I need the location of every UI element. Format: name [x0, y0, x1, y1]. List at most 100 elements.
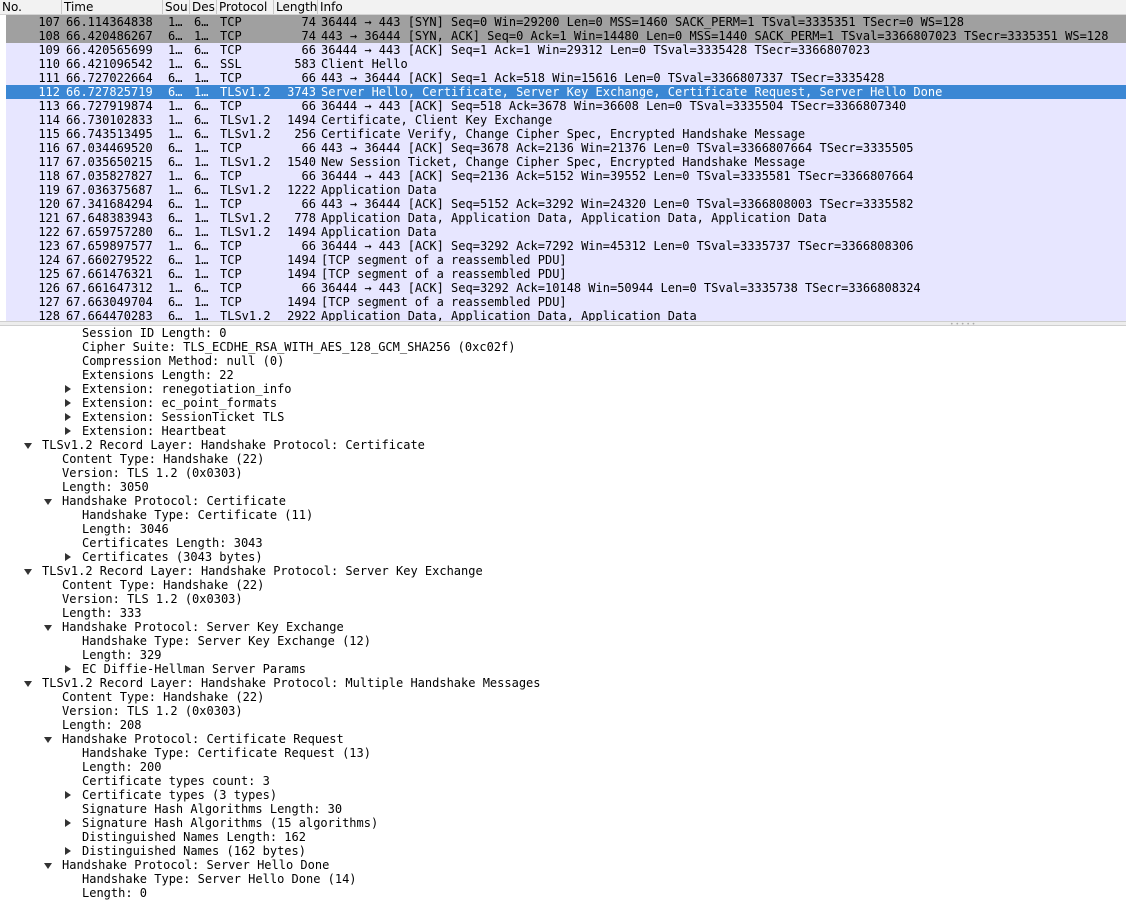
triangle-right-icon[interactable] — [65, 847, 71, 855]
tree-field[interactable]: Length: 333 — [0, 606, 1126, 620]
tree-label: Certificates Length: 3043 — [82, 536, 263, 550]
tree-field[interactable]: Handshake Type: Server Hello Done (14) — [0, 872, 1126, 886]
tree-node[interactable]: Handshake Protocol: Server Key Exchange — [0, 620, 1126, 634]
packet-row[interactable]: 118 67.035827827 1… 6… TCP 66 36444 → 443 [ACK… — [6, 169, 1126, 183]
tree-field[interactable]: Content Type: Handshake (22) — [0, 452, 1126, 466]
column-header-source[interactable]: Sou — [163, 0, 190, 14]
tree-field[interactable]: Length: 200 — [0, 760, 1126, 774]
packet-length: 66 — [301, 141, 316, 155]
triangle-down-icon[interactable] — [24, 569, 32, 575]
tree-node[interactable]: TLSv1.2 Record Layer: Handshake Protocol… — [0, 564, 1126, 578]
packet-row[interactable]: 125 67.661476321 6… 1… TCP 1494 [TCP segment o… — [6, 267, 1126, 281]
triangle-right-icon[interactable] — [65, 399, 71, 407]
tree-field[interactable]: Handshake Type: Server Key Exchange (12) — [0, 634, 1126, 648]
tree-node[interactable]: Distinguished Names (162 bytes) — [0, 844, 1126, 858]
tree-field[interactable]: Length: 3046 — [0, 522, 1126, 536]
packet-row[interactable]: 116 67.034469520 6… 1… TCP 66 443 → 36444 [ACK… — [6, 141, 1126, 155]
tree-node[interactable]: Signature Hash Algorithms (15 algorithms… — [0, 816, 1126, 830]
triangle-right-icon[interactable] — [65, 427, 71, 435]
tree-node[interactable]: EC Diffie-Hellman Server Params — [0, 662, 1126, 676]
tree-field[interactable]: Content Type: Handshake (22) — [0, 690, 1126, 704]
tree-field[interactable]: Length: 208 — [0, 718, 1126, 732]
packet-row[interactable]: 111 66.727022664 6… 1… TCP 66 443 → 36444 [ACK… — [6, 71, 1126, 85]
triangle-down-icon[interactable] — [44, 737, 52, 743]
tree-node[interactable]: Handshake Protocol: Certificate — [0, 494, 1126, 508]
tree-node[interactable]: Handshake Protocol: Certificate Request — [0, 732, 1126, 746]
triangle-down-icon[interactable] — [44, 863, 52, 869]
triangle-right-icon[interactable] — [65, 819, 71, 827]
triangle-down-icon[interactable] — [24, 681, 32, 687]
packet-row[interactable]: 113 66.727919874 1… 6… TCP 66 36444 → 443 [ACK… — [6, 99, 1126, 113]
tree-node[interactable]: Extension: ec_point_formats — [0, 396, 1126, 410]
triangle-right-icon[interactable] — [65, 385, 71, 393]
tree-field[interactable]: Length: 329 — [0, 648, 1126, 662]
packet-row[interactable]: 127 67.663049704 6… 1… TCP 1494 [TCP segment o… — [6, 295, 1126, 309]
tree-field[interactable]: Certificate types count: 3 — [0, 774, 1126, 788]
tree-field[interactable]: Length: 0 — [0, 886, 1126, 900]
packet-row[interactable]: 114 66.730102833 1… 6… TLSv1.2 1494 Certificat… — [6, 113, 1126, 127]
packet-row[interactable]: 119 67.036375687 1… 6… TLSv1.2 1222 Applicatio… — [6, 183, 1126, 197]
tree-field[interactable]: Cipher Suite: TLS_ECDHE_RSA_WITH_AES_128… — [0, 340, 1126, 354]
triangle-right-icon[interactable] — [65, 553, 71, 561]
column-header-info[interactable]: Info — [318, 0, 1126, 14]
packet-row[interactable]: 123 67.659897577 1… 6… TCP 66 36444 → 443 [ACK… — [6, 239, 1126, 253]
packet-time: 66.421096542 — [66, 57, 153, 71]
tree-label: Extension: ec_point_formats — [82, 396, 278, 410]
tree-field[interactable]: Signature Hash Algorithms Length: 30 — [0, 802, 1126, 816]
tree-node[interactable]: Certificates (3043 bytes) — [0, 550, 1126, 564]
packet-no: 112 — [38, 85, 60, 99]
tree-field[interactable]: Version: TLS 1.2 (0x0303) — [0, 592, 1126, 606]
tree-field[interactable]: Session ID Length: 0 — [0, 326, 1126, 340]
triangle-right-icon[interactable] — [65, 665, 71, 673]
tree-field[interactable]: Length: 3050 — [0, 480, 1126, 494]
packet-row[interactable]: 124 67.660279522 6… 1… TCP 1494 [TCP segment o… — [6, 253, 1126, 267]
triangle-down-icon[interactable] — [44, 499, 52, 505]
triangle-right-icon[interactable] — [65, 413, 71, 421]
tree-field[interactable]: Version: TLS 1.2 (0x0303) — [0, 704, 1126, 718]
tree-label: Handshake Type: Certificate Request (13) — [82, 746, 371, 760]
packet-length: 74 — [301, 29, 316, 43]
column-header-time[interactable]: Time — [62, 0, 163, 14]
tree-node[interactable]: Extension: Heartbeat — [0, 424, 1126, 438]
packet-row[interactable]: 107 66.114364838 1… 6… TCP 74 36444 → 443 [SYN… — [6, 15, 1126, 29]
column-header-protocol[interactable]: Protocol — [217, 0, 274, 14]
packet-time: 66.114364838 — [66, 15, 153, 29]
tree-field[interactable]: Extensions Length: 22 — [0, 368, 1126, 382]
packet-row[interactable]: 120 67.341684294 6… 1… TCP 66 443 → 36444 [ACK… — [6, 197, 1126, 211]
packet-length: 1494 — [287, 267, 316, 281]
tree-field[interactable]: Handshake Type: Certificate Request (13) — [0, 746, 1126, 760]
column-header-destination[interactable]: Des — [190, 0, 217, 14]
tree-node[interactable]: Extension: renegotiation_info — [0, 382, 1126, 396]
packet-row[interactable]: 110 66.421096542 1… 6… SSL 583 Client Hello — [6, 57, 1126, 71]
tree-field[interactable]: Version: TLS 1.2 (0x0303) — [0, 466, 1126, 480]
packet-row[interactable]: 121 67.648383943 6… 1… TLSv1.2 778 Application… — [6, 211, 1126, 225]
tree-field[interactable]: Handshake Type: Certificate (11) — [0, 508, 1126, 522]
packet-row[interactable]: 122 67.659757280 6… 1… TLSv1.2 1494 Applicatio… — [6, 225, 1126, 239]
packet-row[interactable]: 117 67.035650215 6… 1… TLSv1.2 1540 New Sessio… — [6, 155, 1126, 169]
packet-list[interactable]: No. Time Sou Des Protocol Length Info 10… — [0, 0, 1126, 322]
packet-details-tree[interactable]: Session ID Length: 0 Cipher Suite: TLS_EC… — [0, 326, 1126, 911]
tree-field[interactable]: Certificates Length: 3043 — [0, 536, 1126, 550]
tree-node[interactable]: TLSv1.2 Record Layer: Handshake Protocol… — [0, 676, 1126, 690]
tree-field[interactable]: Compression Method: null (0) — [0, 354, 1126, 368]
packet-row[interactable]: 112 66.727825719 6… 1… TLSv1.2 3743 Server Hel… — [6, 85, 1126, 99]
triangle-down-icon[interactable] — [24, 443, 32, 449]
tree-field[interactable]: Content Type: Handshake (22) — [0, 578, 1126, 592]
packet-row[interactable]: 108 66.420486267 6… 1… TCP 74 443 → 36444 [SYN… — [6, 29, 1126, 43]
tree-label: TLSv1.2 Record Layer: Handshake Protocol… — [42, 564, 483, 578]
tree-node[interactable]: TLSv1.2 Record Layer: Handshake Protocol… — [0, 438, 1126, 452]
column-header-length[interactable]: Length — [274, 0, 318, 14]
tree-node[interactable]: Certificate types (3 types) — [0, 788, 1126, 802]
packet-row[interactable]: 126 67.661647312 1… 6… TCP 66 36444 → 443 [ACK… — [6, 281, 1126, 295]
packet-destination: 1… — [194, 29, 209, 43]
triangle-right-icon[interactable] — [65, 791, 71, 799]
packet-row[interactable]: 109 66.420565699 1… 6… TCP 66 36444 → 443 [ACK… — [6, 43, 1126, 57]
column-header-no[interactable]: No. — [0, 0, 62, 14]
packet-row[interactable]: 115 66.743513495 1… 6… TLSv1.2 256 Certificate… — [6, 127, 1126, 141]
tree-field[interactable]: Distinguished Names Length: 162 — [0, 830, 1126, 844]
tree-node[interactable]: Extension: SessionTicket TLS — [0, 410, 1126, 424]
packet-destination: 6… — [194, 239, 209, 253]
tree-node[interactable]: Handshake Protocol: Server Hello Done — [0, 858, 1126, 872]
triangle-down-icon[interactable] — [44, 625, 52, 631]
packet-info: Server Hello, Certificate, Server Key Ex… — [321, 85, 943, 99]
